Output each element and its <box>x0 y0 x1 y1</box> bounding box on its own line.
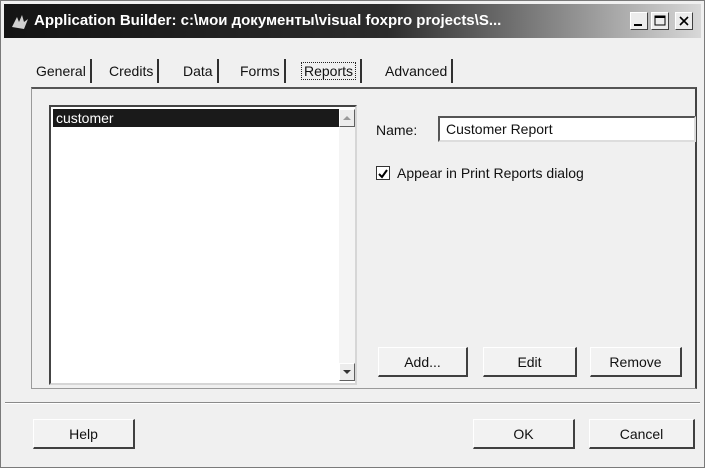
tab-advanced[interactable]: Advanced <box>381 59 454 83</box>
tab-reports[interactable]: Reports <box>297 59 363 83</box>
close-icon <box>679 16 689 26</box>
tab-credits[interactable]: Credits <box>105 59 160 83</box>
check-mark-icon <box>378 169 388 179</box>
tab-credits-label: Credits <box>109 63 154 79</box>
footer-separator <box>5 402 700 404</box>
scrollbar-track[interactable] <box>339 127 355 363</box>
tab-advanced-label: Advanced <box>385 63 448 79</box>
scroll-down-arrow-icon <box>343 370 351 374</box>
tab-reports-label: Reports <box>301 62 357 80</box>
title-bar[interactable]: Application Builder: c:\мои документы\vi… <box>4 4 701 38</box>
list-item[interactable]: customer <box>53 109 339 127</box>
name-input[interactable]: Customer Report <box>438 116 696 142</box>
cancel-button[interactable]: Cancel <box>589 419 695 449</box>
scroll-up-button[interactable] <box>339 109 355 127</box>
name-label: Name: <box>376 122 418 138</box>
tab-general[interactable]: General <box>32 59 92 83</box>
application-builder-dialog: Application Builder: c:\мои документы\vi… <box>0 0 705 468</box>
foxpro-icon <box>12 15 28 29</box>
tab-forms[interactable]: Forms <box>236 59 286 83</box>
close-button[interactable] <box>675 12 693 30</box>
help-button[interactable]: Help <box>33 419 135 449</box>
tab-data-label: Data <box>183 63 213 79</box>
minimize-button[interactable] <box>630 12 648 30</box>
window-title: Application Builder: c:\мои документы\vi… <box>34 12 502 29</box>
tab-general-label: General <box>36 63 86 79</box>
tab-forms-label: Forms <box>240 63 280 79</box>
tab-data[interactable]: Data <box>179 59 219 83</box>
remove-button[interactable]: Remove <box>590 347 682 377</box>
scroll-down-button[interactable] <box>339 363 355 381</box>
appear-in-print-reports-label: Appear in Print Reports dialog <box>397 165 584 181</box>
add-button[interactable]: Add... <box>378 347 468 377</box>
appear-in-print-reports-checkbox[interactable] <box>376 166 390 180</box>
minimize-icon <box>634 24 642 26</box>
edit-button[interactable]: Edit <box>483 347 577 377</box>
reports-listbox[interactable]: customer <box>49 105 357 385</box>
scroll-up-arrow-icon <box>343 116 351 120</box>
ok-button[interactable]: OK <box>473 419 575 449</box>
maximize-button[interactable] <box>651 12 669 30</box>
maximize-icon <box>654 15 666 26</box>
